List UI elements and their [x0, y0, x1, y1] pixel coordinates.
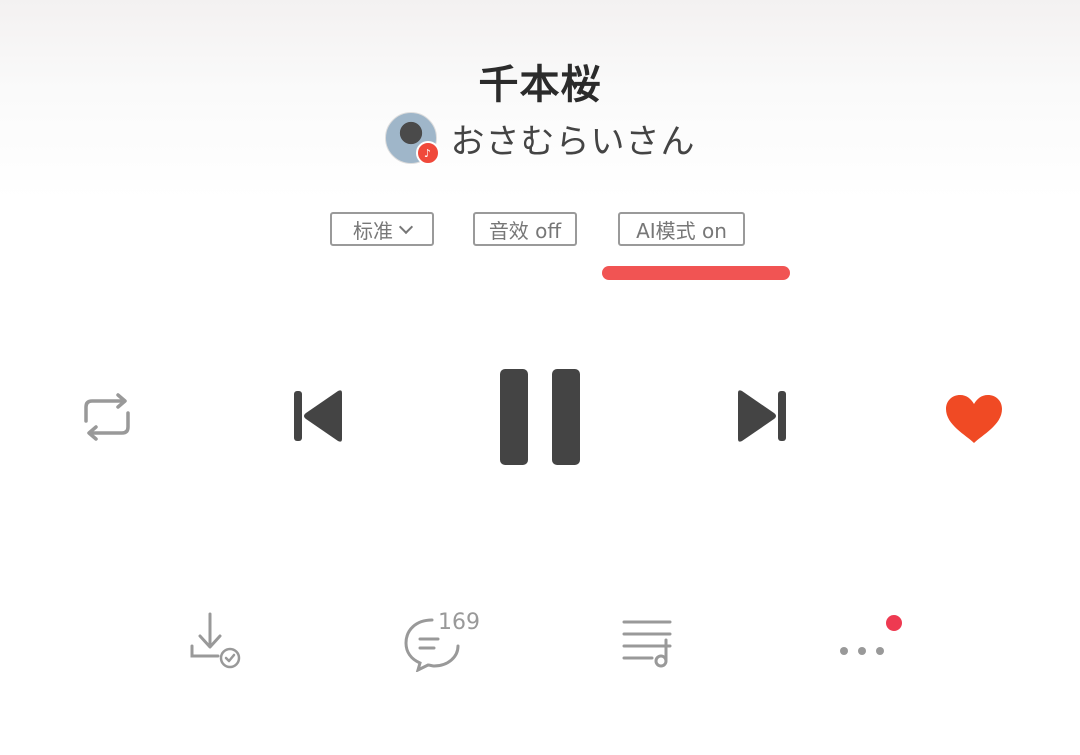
playback-controls — [0, 365, 1080, 470]
quality-label: 标准 — [353, 218, 393, 243]
audio-options: 标准 音效 off AI模式 on — [0, 212, 1080, 252]
download-icon — [190, 612, 241, 669]
ai-mode-highlight-underline — [602, 266, 790, 280]
sound-effect-toggle[interactable]: 音效 off — [473, 212, 577, 246]
artist-avatar[interactable]: ♪ — [384, 112, 440, 165]
next-track-button[interactable] — [734, 387, 790, 445]
notification-dot — [886, 615, 902, 631]
pause-button[interactable] — [498, 367, 582, 467]
comment-count: 169 — [438, 610, 480, 635]
heart-icon — [946, 395, 1002, 443]
more-button[interactable] — [832, 610, 906, 660]
repeat-button[interactable] — [78, 393, 136, 441]
chevron-down-icon — [398, 219, 414, 234]
download-button[interactable] — [188, 612, 246, 672]
playlist-icon — [622, 620, 672, 668]
artist-row[interactable]: ♪ おさむらいさん — [0, 112, 1080, 165]
skip-previous-icon — [294, 390, 342, 442]
like-button[interactable] — [944, 393, 1004, 445]
pause-icon — [500, 369, 580, 465]
quality-selector[interactable]: 标准 — [330, 212, 434, 246]
song-title: 千本桜 — [478, 62, 602, 108]
skip-next-icon — [738, 390, 786, 442]
artist-name[interactable]: おさむらいさん — [451, 114, 696, 163]
sound-effect-label: 音效 off — [488, 218, 562, 243]
repeat-icon — [84, 393, 130, 441]
action-bar: 169 — [0, 600, 1080, 680]
ai-mode-label: AI模式 on — [636, 218, 727, 243]
ai-mode-toggle[interactable]: AI模式 on — [618, 212, 745, 246]
comments-button[interactable]: 169 — [402, 606, 492, 672]
previous-track-button[interactable] — [290, 387, 346, 445]
playlist-button[interactable] — [618, 616, 678, 670]
music-note-badge-icon: ♪ — [415, 141, 440, 165]
